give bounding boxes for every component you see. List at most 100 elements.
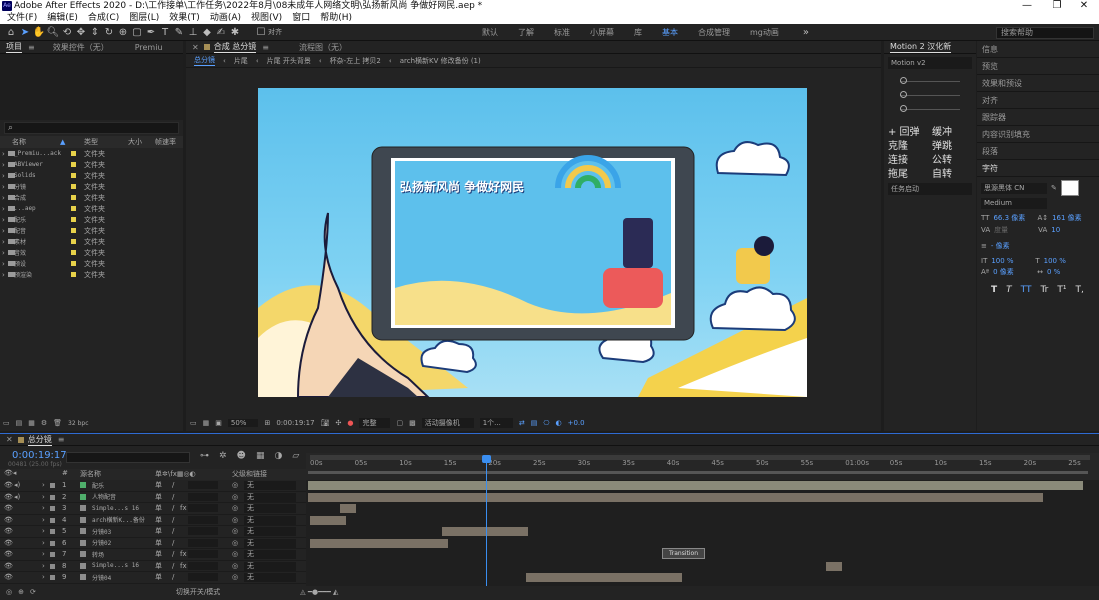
menu-composition[interactable]: 合成(C): [88, 12, 119, 24]
workspace-learn[interactable]: 了解: [518, 27, 534, 38]
project-search-input[interactable]: ⌕: [4, 122, 179, 134]
visibility-eye-icon[interactable]: 👁︎: [4, 481, 13, 489]
parent-select[interactable]: 无: [244, 527, 296, 536]
visibility-eye-icon[interactable]: 👁︎: [4, 562, 13, 570]
layer-name[interactable]: 分镜02: [92, 538, 111, 547]
pick-whip-icon[interactable]: ◎: [232, 539, 238, 547]
draft-3d-icon[interactable]: ✲: [219, 451, 227, 461]
shy-switch-icon[interactable]: 单: [155, 538, 162, 548]
pick-whip-icon[interactable]: ◎: [232, 562, 238, 570]
camera-select[interactable]: 活动摄像机: [421, 418, 474, 428]
label-color-swatch[interactable]: [71, 195, 76, 200]
layer-name[interactable]: Simple...s 16: [92, 562, 139, 569]
buffer-button[interactable]: 缓冲: [932, 123, 952, 138]
pick-whip-icon[interactable]: ◎: [232, 573, 238, 581]
quality-switch-icon[interactable]: /: [172, 493, 174, 501]
interpret-footage-icon[interactable]: ▭: [3, 419, 10, 427]
settings-icon[interactable]: ⚙: [41, 419, 47, 427]
twirl-arrow-icon[interactable]: ›: [42, 504, 45, 512]
label-color-swatch[interactable]: [71, 162, 76, 167]
parent-select[interactable]: 无: [244, 550, 296, 559]
track-bar-8[interactable]: [826, 562, 842, 571]
ease-slider-3[interactable]: [884, 103, 976, 117]
track-bar-6[interactable]: [310, 539, 448, 548]
new-folder-icon[interactable]: ▤: [16, 419, 23, 427]
layer-row[interactable]: 👁︎ › 5 分镜03 单 / ◎ 无: [0, 526, 306, 538]
roto-brush-icon[interactable]: ✍: [214, 25, 228, 39]
eyedropper-icon[interactable]: ✎: [1051, 184, 1057, 192]
visibility-eye-icon[interactable]: 👁︎: [4, 539, 13, 547]
workspace-essentials[interactable]: 基本: [662, 27, 678, 38]
shy-switch-icon[interactable]: 单: [155, 480, 162, 490]
workspace-default[interactable]: 默认: [482, 27, 498, 38]
delete-icon[interactable]: 🗑︎: [53, 419, 62, 427]
quality-switch-icon[interactable]: /: [172, 539, 174, 547]
leading-value[interactable]: 161 像素: [1052, 213, 1082, 223]
subscript-button[interactable]: T,: [1075, 285, 1083, 295]
toggle-switches-modes[interactable]: 切换开关/模式: [176, 587, 220, 597]
timeline-search-input[interactable]: [66, 452, 190, 463]
preview-panel[interactable]: 预览: [977, 58, 1099, 75]
fx-switch-icon[interactable]: fx: [180, 504, 187, 512]
content-aware-fill-panel[interactable]: 内容识别填充: [977, 126, 1099, 143]
paragraph-panel[interactable]: 段落: [977, 143, 1099, 160]
info-panel[interactable]: 信息: [977, 41, 1099, 58]
expand-arrow-icon[interactable]: ›: [2, 260, 5, 268]
ease-slider-2[interactable]: [884, 89, 976, 103]
effects-presets-panel[interactable]: 效果和预设: [977, 75, 1099, 92]
workspace-mg-animation[interactable]: mg动画: [750, 27, 779, 38]
rectangle-tool-icon[interactable]: ▢: [130, 25, 144, 39]
label-color-swatch[interactable]: [71, 217, 76, 222]
close-tab-icon[interactable]: ✕: [6, 435, 13, 444]
track-bar-3[interactable]: [340, 504, 356, 513]
shy-switch-icon[interactable]: 单: [155, 492, 162, 502]
pick-whip-icon[interactable]: ◎: [232, 550, 238, 558]
twirl-arrow-icon[interactable]: ›: [42, 493, 45, 501]
visibility-eye-icon[interactable]: 👁︎: [4, 493, 13, 501]
twirl-arrow-icon[interactable]: ›: [42, 527, 45, 535]
maximize-button[interactable]: ❐: [1042, 0, 1072, 12]
shy-switch-icon[interactable]: 单: [155, 526, 162, 536]
twirl-arrow-icon[interactable]: ›: [42, 481, 45, 489]
project-item[interactable]: › 分镜 文件夹: [0, 181, 183, 192]
layer-row[interactable]: 👁︎ › 8 Simple...s 16 单 / fx ◎ 无: [0, 561, 306, 572]
type-tool-icon[interactable]: T: [158, 25, 172, 39]
task-launcher-select[interactable]: 任务启动: [888, 183, 972, 195]
playhead-handle[interactable]: [482, 455, 491, 463]
camera-snapshot-icon[interactable]: 📷︎: [321, 419, 330, 427]
expand-arrow-icon[interactable]: ›: [2, 183, 5, 191]
expand-arrow-icon[interactable]: ›: [2, 271, 5, 279]
spring-button[interactable]: 弹跳: [932, 137, 952, 152]
label-color-swatch[interactable]: [71, 228, 76, 233]
layer-row[interactable]: 👁︎ ◂) › 2 人物配音 单 / ◎ 无: [0, 492, 306, 503]
connect-button[interactable]: 连接: [888, 151, 932, 166]
trail-button[interactable]: 拖尾: [888, 165, 932, 180]
align-panel[interactable]: 对齐: [977, 92, 1099, 109]
expand-arrow-icon[interactable]: ›: [2, 216, 5, 224]
hand-tool-icon[interactable]: ✋: [32, 25, 46, 39]
workspace-small-screen[interactable]: 小屏幕: [590, 27, 614, 38]
fx-switch-icon[interactable]: fx: [180, 562, 187, 570]
flowchart-icon[interactable]: ⎔: [543, 419, 549, 427]
quality-switch-icon[interactable]: /: [172, 516, 174, 524]
search-help-input[interactable]: 搜索帮助: [996, 27, 1094, 39]
label-color-swatch[interactable]: [71, 239, 76, 244]
breadcrumb-1[interactable]: 片尾: [234, 56, 248, 66]
puppet-pin-icon[interactable]: ✱: [228, 25, 242, 39]
label-color-swatch[interactable]: [71, 151, 76, 156]
parent-select[interactable]: 无: [244, 481, 296, 490]
menu-file[interactable]: 文件(F): [7, 12, 37, 24]
eraser-tool-icon[interactable]: ◆: [200, 25, 214, 39]
twirl-arrow-icon[interactable]: ›: [42, 562, 45, 570]
menu-icon[interactable]: ≡: [58, 435, 65, 444]
tab-motion[interactable]: Motion 2 汉化新: [890, 41, 952, 53]
visibility-eye-icon[interactable]: 👁︎: [4, 504, 13, 512]
snap-checkbox-icon[interactable]: ☐: [254, 25, 268, 39]
ease-slider-1[interactable]: [884, 75, 976, 89]
region-icon[interactable]: ▦: [203, 419, 210, 427]
parent-select[interactable]: 无: [244, 538, 296, 548]
col-type[interactable]: 类型: [84, 137, 98, 147]
pick-whip-icon[interactable]: ◎: [232, 493, 238, 501]
all-caps-button[interactable]: TT: [1021, 285, 1032, 295]
quality-switch-icon[interactable]: /: [172, 504, 174, 512]
